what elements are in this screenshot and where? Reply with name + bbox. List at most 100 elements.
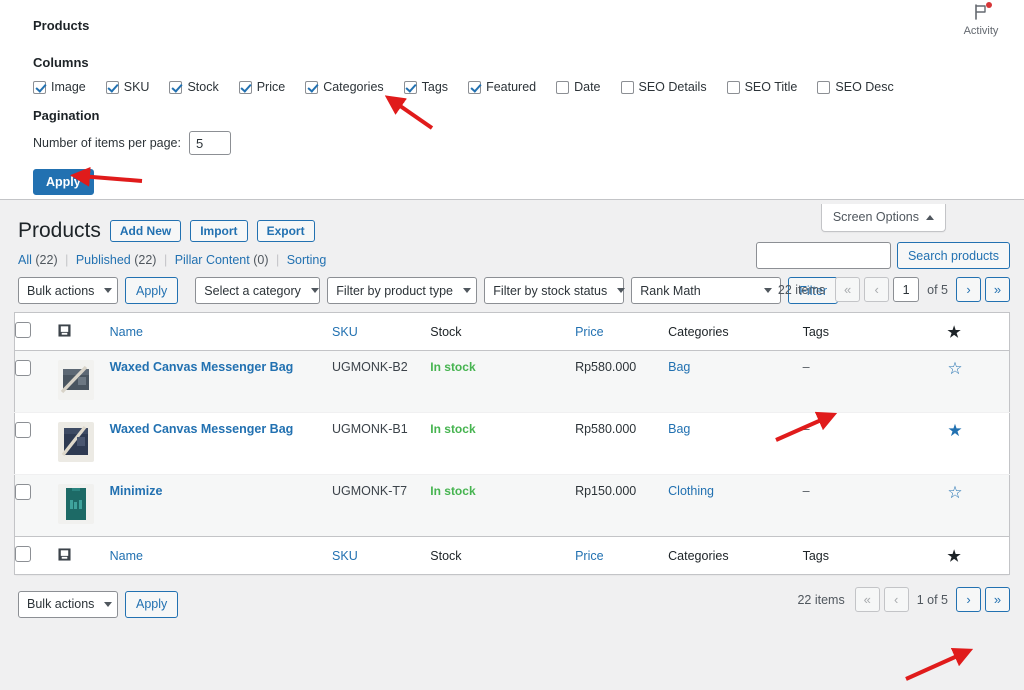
activity-button[interactable]: Activity: [952, 2, 1010, 37]
row-select-cell: [15, 475, 58, 537]
checkbox-price[interactable]: [238, 80, 252, 94]
column-toggle-seo-title[interactable]: SEO Title: [726, 80, 797, 94]
screen-options-tab-button[interactable]: Screen Options: [820, 204, 946, 232]
name-column-header-top[interactable]: Name: [109, 312, 333, 352]
product-name-link[interactable]: Minimize: [110, 484, 163, 498]
column-toggle-seo-desc[interactable]: SEO Desc: [817, 80, 894, 94]
pagination-first-button-bottom[interactable]: «: [854, 587, 880, 613]
row-checkbox[interactable]: [15, 484, 31, 501]
checkbox-seo-details[interactable]: [620, 80, 634, 94]
row-featured-cell[interactable]: ☆: [947, 351, 1009, 413]
row-featured-cell[interactable]: ★: [947, 413, 1009, 475]
products-admin-page: Products Activity Columns Image SKU Stoc…: [0, 0, 1024, 681]
column-toggle-price[interactable]: Price: [238, 80, 285, 94]
row-stock-cell: In stock: [430, 351, 575, 413]
stock-status-filter-select[interactable]: Filter by stock status: [484, 277, 626, 305]
column-label-stock: Stock: [187, 80, 219, 94]
screen-options-apply-button[interactable]: Apply: [33, 169, 94, 195]
sku-column-header-top[interactable]: SKU: [332, 312, 431, 352]
price-column-header-bottom[interactable]: Price: [575, 536, 669, 575]
view-count-all: (22): [35, 253, 58, 268]
checkbox-seo-desc[interactable]: [817, 80, 831, 94]
select-all-header: [14, 312, 58, 352]
row-checkbox[interactable]: [15, 360, 31, 377]
product-name-link[interactable]: Waxed Canvas Messenger Bag: [110, 360, 294, 374]
pagination-prev-button-top[interactable]: ‹: [864, 277, 890, 303]
column-toggle-image[interactable]: Image: [33, 80, 86, 94]
category-link[interactable]: Bag: [668, 360, 690, 374]
checkbox-featured[interactable]: [468, 80, 482, 94]
sku-column-label-bottom: SKU: [332, 548, 358, 563]
name-column-label-top: Name: [109, 324, 143, 339]
checkbox-date[interactable]: [556, 80, 570, 94]
checkbox-image[interactable]: [33, 80, 46, 94]
featured-star-outline-icon[interactable]: ☆: [947, 359, 962, 378]
checkbox-tags[interactable]: [403, 80, 417, 94]
name-column-header-bottom[interactable]: Name: [109, 536, 333, 575]
bulk-actions-label-bottom: Bulk actions: [27, 597, 95, 612]
items-per-page-input[interactable]: [189, 131, 231, 155]
view-link-pillar-content[interactable]: Pillar Content: [175, 253, 250, 267]
column-toggle-stock[interactable]: Stock: [169, 80, 219, 94]
pagination-next-button-bottom[interactable]: ›: [956, 587, 981, 613]
select-all-checkbox-bottom[interactable]: [15, 546, 31, 563]
column-label-tags: Tags: [421, 80, 449, 94]
category-link[interactable]: Clothing: [668, 484, 714, 498]
bulk-actions-select-top[interactable]: Bulk actions: [18, 277, 118, 305]
caret-up-icon: [926, 214, 934, 220]
pagination-first-button-top[interactable]: «: [835, 277, 861, 303]
pagination-items-count-bottom: 22 items: [797, 592, 845, 607]
select-all-checkbox-top[interactable]: [15, 322, 31, 339]
pagination-items-count-top: 22 items: [777, 282, 826, 297]
import-button[interactable]: Import: [190, 219, 248, 242]
export-button[interactable]: Export: [256, 219, 315, 242]
category-filter-select[interactable]: Select a category: [195, 277, 321, 305]
checkbox-categories[interactable]: [305, 80, 319, 94]
column-toggle-sku[interactable]: SKU: [105, 80, 149, 94]
column-toggle-tags[interactable]: Tags: [403, 80, 449, 94]
product-type-filter-select[interactable]: Filter by product type: [327, 277, 478, 305]
sku-column-header-bottom[interactable]: SKU: [332, 536, 431, 575]
view-link-sorting[interactable]: Sorting: [287, 253, 327, 267]
checkbox-stock[interactable]: [169, 80, 183, 94]
items-per-page-label: Number of items per page:: [33, 136, 181, 150]
view-separator-3: |: [275, 253, 280, 268]
category-link[interactable]: Bag: [668, 422, 690, 436]
column-label-date: Date: [574, 80, 601, 94]
column-toggle-categories[interactable]: Categories: [305, 80, 384, 94]
pagination-next-button-top[interactable]: ›: [956, 277, 981, 303]
search-input[interactable]: [755, 242, 891, 269]
row-tags-cell: –: [802, 484, 810, 499]
column-toggle-featured[interactable]: Featured: [468, 80, 536, 94]
price-column-header-top[interactable]: Price: [575, 312, 669, 352]
row-checkbox[interactable]: [15, 422, 31, 439]
bulk-actions-select-bottom[interactable]: Bulk actions: [18, 590, 118, 618]
product-name-link[interactable]: Waxed Canvas Messenger Bag: [110, 422, 294, 436]
checkbox-seo-title[interactable]: [726, 80, 740, 94]
view-link-published[interactable]: Published: [76, 253, 131, 267]
checkbox-sku[interactable]: [105, 80, 119, 94]
row-featured-cell[interactable]: ☆: [947, 475, 1009, 537]
apply-bulk-button-top[interactable]: Apply: [125, 277, 179, 305]
search-box: Search products: [755, 242, 1010, 269]
apply-bulk-button-bottom[interactable]: Apply: [125, 590, 179, 618]
chevron-down-icon: [310, 288, 319, 294]
pagination-last-button-top[interactable]: »: [985, 277, 1010, 303]
pagination-current-page-input[interactable]: [893, 277, 920, 303]
add-new-button[interactable]: Add New: [109, 219, 182, 242]
columns-checkbox-row: Image SKU Stock Price Categories Tags Fe…: [33, 80, 1009, 94]
image-icon: [58, 324, 71, 340]
view-link-all[interactable]: All: [18, 253, 32, 267]
product-type-filter-label: Filter by product type: [336, 283, 453, 298]
pagination-section-label: Pagination: [33, 108, 100, 123]
featured-star-filled-icon[interactable]: ★: [947, 421, 962, 440]
pagination-prev-button-bottom[interactable]: ‹: [883, 587, 909, 613]
search-products-button[interactable]: Search products: [896, 242, 1010, 269]
featured-star-outline-icon[interactable]: ☆: [947, 483, 962, 502]
column-toggle-seo-details[interactable]: SEO Details: [620, 80, 707, 94]
column-toggle-date[interactable]: Date: [556, 80, 601, 94]
rank-math-filter-select[interactable]: Rank Math: [631, 277, 782, 305]
view-count-published: (22): [134, 253, 157, 268]
pagination-last-button-bottom[interactable]: »: [985, 587, 1010, 613]
categories-column-header-bottom: Categories: [668, 536, 803, 575]
